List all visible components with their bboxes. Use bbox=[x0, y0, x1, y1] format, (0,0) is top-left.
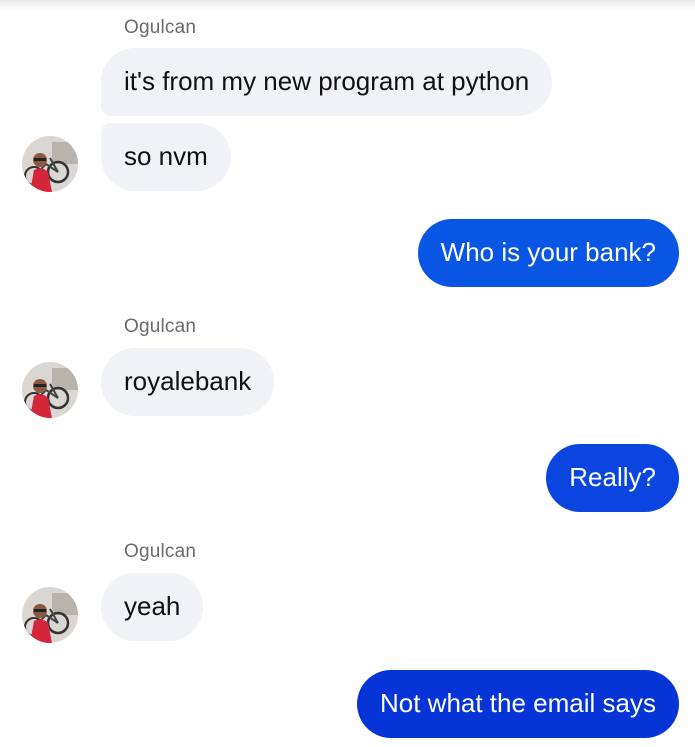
avatar-photo-icon bbox=[22, 136, 78, 192]
contact-avatar[interactable] bbox=[22, 587, 78, 643]
contact-avatar[interactable] bbox=[22, 136, 78, 192]
incoming-message-bubble[interactable]: so nvm bbox=[101, 123, 231, 191]
sender-name: Ogulcan bbox=[124, 541, 197, 562]
sender-name: Ogulcan bbox=[124, 316, 197, 337]
avatar-photo-icon bbox=[22, 587, 78, 643]
outgoing-message-bubble[interactable]: Not what the email says bbox=[356, 670, 679, 738]
incoming-message-bubble[interactable]: it's from my new program at python bbox=[101, 48, 553, 116]
top-divider bbox=[0, 0, 695, 10]
contact-avatar[interactable] bbox=[22, 362, 78, 418]
sender-name: Ogulcan bbox=[124, 17, 197, 38]
avatar-photo-icon bbox=[22, 362, 78, 418]
outgoing-message-bubble[interactable]: Who is your bank? bbox=[417, 219, 679, 287]
incoming-message-bubble[interactable]: yeah bbox=[101, 573, 204, 641]
outgoing-message-bubble[interactable]: Really? bbox=[546, 444, 679, 512]
incoming-message-bubble[interactable]: royalebank bbox=[101, 348, 275, 416]
